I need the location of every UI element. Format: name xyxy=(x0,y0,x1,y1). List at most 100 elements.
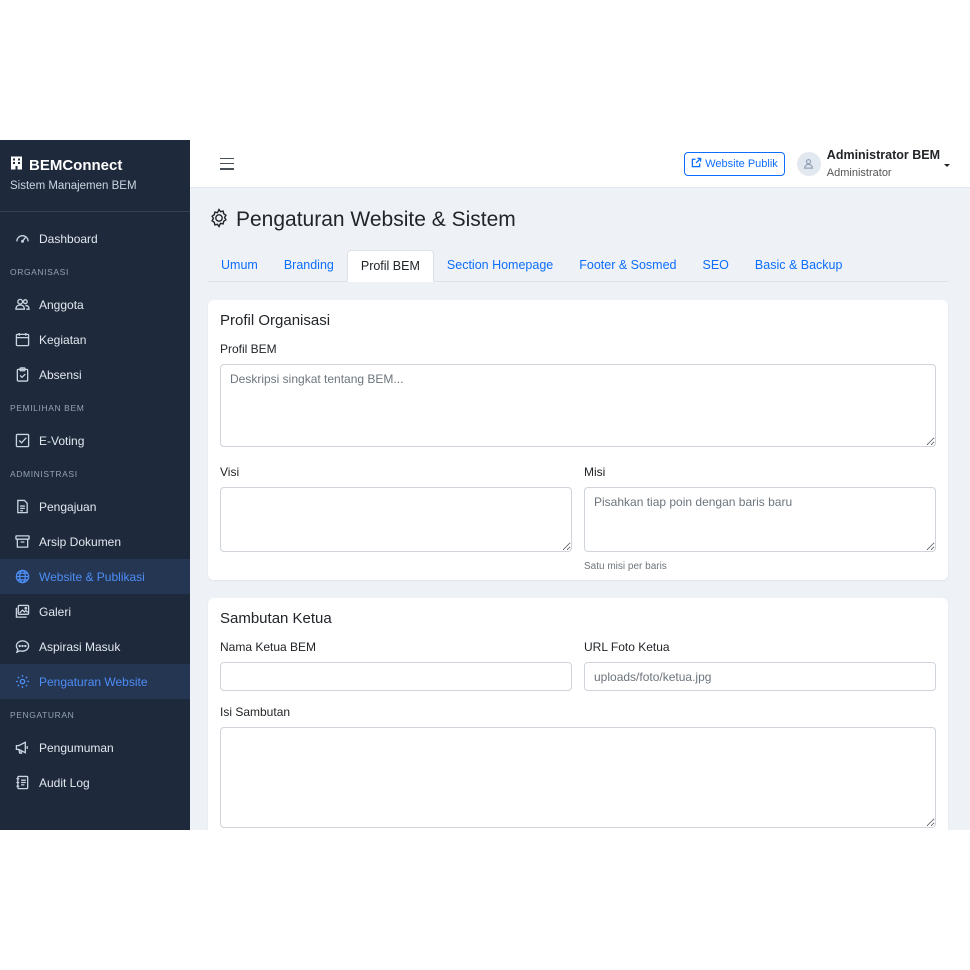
sidebar-item-website[interactable]: Website & Publikasi xyxy=(0,559,190,594)
person-icon xyxy=(804,159,814,169)
tab-seo[interactable]: SEO xyxy=(690,250,742,281)
misi-help-text: Satu misi per baris xyxy=(584,561,667,572)
sidebar-nav: Dashboard ORGANISASI Anggota Kegiatan Ab… xyxy=(0,212,190,800)
calendar-icon xyxy=(14,332,30,348)
speedometer-icon xyxy=(14,231,30,247)
visi-col: Visi xyxy=(220,465,572,572)
images-icon xyxy=(14,604,30,620)
section-pemilihan: PEMILIHAN BEM xyxy=(10,402,85,413)
website-publik-button[interactable]: Website Publik xyxy=(684,151,785,176)
megaphone-icon xyxy=(14,740,30,756)
sidebar-item-kegiatan[interactable]: Kegiatan xyxy=(0,322,190,357)
sidebar-item-label: Dashboard xyxy=(39,231,98,246)
menu-toggle-icon[interactable] xyxy=(220,157,234,170)
sidebar-item-label: Audit Log xyxy=(39,775,90,790)
app-window: BEMConnect Sistem Manajemen BEM Dashboar… xyxy=(0,140,970,830)
avatar xyxy=(796,151,821,176)
misi-col: Misi Satu misi per baris xyxy=(584,465,936,572)
caret-down-icon xyxy=(944,164,950,167)
sidebar: BEMConnect Sistem Manajemen BEM Dashboar… xyxy=(0,140,190,830)
profil-bem-label: Profil BEM xyxy=(220,342,277,356)
sidebar-item-label: Aspirasi Masuk xyxy=(39,639,121,654)
people-icon xyxy=(14,297,30,313)
url-foto-input[interactable] xyxy=(584,662,936,691)
sidebar-item-galeri[interactable]: Galeri xyxy=(0,594,190,629)
user-info: Administrator BEM Administrator xyxy=(827,148,940,179)
sidebar-item-pengaturan-website[interactable]: Pengaturan Website xyxy=(0,664,190,699)
nama-col: Nama Ketua BEM xyxy=(220,640,572,691)
nama-ketua-label: Nama Ketua BEM xyxy=(220,640,317,654)
content: Pengaturan Website & Sistem Umum Brandin… xyxy=(190,206,970,830)
sidebar-item-dashboard[interactable]: Dashboard xyxy=(0,221,190,256)
tab-umum[interactable]: Umum xyxy=(208,250,271,281)
sambutan-ketua-card: Sambutan Ketua Nama Ketua BEM URL Foto K… xyxy=(208,598,948,830)
page-title: Pengaturan Website & Sistem xyxy=(208,206,948,234)
journal-text-icon xyxy=(14,775,30,791)
archive-icon xyxy=(14,534,30,550)
profil-organisasi-card: Profil Organisasi Profil BEM Visi Misi S… xyxy=(208,300,948,580)
tab-section-homepage[interactable]: Section Homepage xyxy=(434,250,566,281)
section-pengaturan: PENGATURAN xyxy=(10,709,75,720)
sidebar-item-label: Galeri xyxy=(39,604,72,619)
topbar-right: Website Publik Administrator BEM Adminis… xyxy=(684,148,950,179)
main-area: Website Publik Administrator BEM Adminis… xyxy=(190,140,970,830)
sidebar-item-label: Website & Publikasi xyxy=(39,569,145,584)
card-heading: Profil Organisasi xyxy=(220,312,331,329)
sidebar-item-anggota[interactable]: Anggota xyxy=(0,287,190,322)
gear-icon xyxy=(208,207,236,234)
sidebar-item-label: Pengaturan Website xyxy=(39,674,148,689)
user-name: Administrator BEM xyxy=(826,148,940,162)
sidebar-item-label: E-Voting xyxy=(39,433,85,448)
file-text-icon xyxy=(14,499,30,515)
brand-name: BEMConnect xyxy=(29,156,123,174)
settings-tabs: Umum Branding Profil BEM Section Homepag… xyxy=(208,250,948,282)
globe-icon xyxy=(14,569,30,585)
topbar: Website Publik Administrator BEM Adminis… xyxy=(190,140,970,188)
visi-textarea[interactable] xyxy=(220,487,572,552)
sidebar-item-label: Arsip Dokumen xyxy=(39,534,122,549)
tab-profil-bem[interactable]: Profil BEM xyxy=(346,250,434,282)
section-organisasi: ORGANISASI xyxy=(10,266,69,277)
sidebar-item-label: Anggota xyxy=(39,297,84,312)
foto-col: URL Foto Ketua xyxy=(584,640,936,691)
visi-label: Visi xyxy=(220,465,240,479)
sidebar-item-pengajuan[interactable]: Pengajuan xyxy=(0,489,190,524)
sidebar-item-arsip[interactable]: Arsip Dokumen xyxy=(0,524,190,559)
sidebar-item-evoting[interactable]: E-Voting xyxy=(0,423,190,458)
visi-misi-row: Visi Misi Satu misi per baris xyxy=(220,465,936,572)
chat-dots-icon xyxy=(14,639,30,655)
misi-textarea[interactable] xyxy=(584,487,936,552)
section-administrasi: ADMINISTRASI xyxy=(10,468,78,479)
user-menu[interactable]: Administrator BEM Administrator xyxy=(796,148,950,179)
profil-bem-textarea[interactable] xyxy=(220,364,936,447)
website-publik-label: Website Publik xyxy=(705,157,778,170)
brand-subtitle: Sistem Manajemen BEM xyxy=(10,180,137,192)
sidebar-item-aspirasi[interactable]: Aspirasi Masuk xyxy=(0,629,190,664)
tab-basic-backup[interactable]: Basic & Backup xyxy=(742,250,856,281)
sidebar-item-label: Kegiatan xyxy=(39,332,87,347)
ketua-row: Nama Ketua BEM URL Foto Ketua xyxy=(220,640,936,691)
external-link-icon xyxy=(691,157,702,171)
user-role: Administrator xyxy=(826,167,892,179)
building-icon xyxy=(10,156,23,174)
brand: BEMConnect Sistem Manajemen BEM xyxy=(0,140,190,212)
isi-sambutan-textarea[interactable] xyxy=(220,727,936,828)
tab-branding[interactable]: Branding xyxy=(271,250,347,281)
tab-footer-sosmed[interactable]: Footer & Sosmed xyxy=(566,250,689,281)
gear-icon xyxy=(14,674,30,690)
sidebar-item-absensi[interactable]: Absensi xyxy=(0,357,190,392)
sidebar-item-audit[interactable]: Audit Log xyxy=(0,765,190,800)
misi-label: Misi xyxy=(584,465,606,479)
clipboard-check-icon xyxy=(14,367,30,383)
sidebar-item-label: Pengumuman xyxy=(39,740,114,755)
nama-ketua-input[interactable] xyxy=(220,662,572,691)
sidebar-item-pengumuman[interactable]: Pengumuman xyxy=(0,730,190,765)
card-heading: Sambutan Ketua xyxy=(220,610,332,627)
url-foto-label: URL Foto Ketua xyxy=(584,640,670,654)
sidebar-item-label: Pengajuan xyxy=(39,499,97,514)
brand-title[interactable]: BEMConnect xyxy=(10,156,180,174)
page-title-text: Pengaturan Website & Sistem xyxy=(236,208,516,231)
check-square-icon xyxy=(14,433,30,449)
isi-sambutan-label: Isi Sambutan xyxy=(220,705,291,719)
sidebar-item-label: Absensi xyxy=(39,367,82,382)
